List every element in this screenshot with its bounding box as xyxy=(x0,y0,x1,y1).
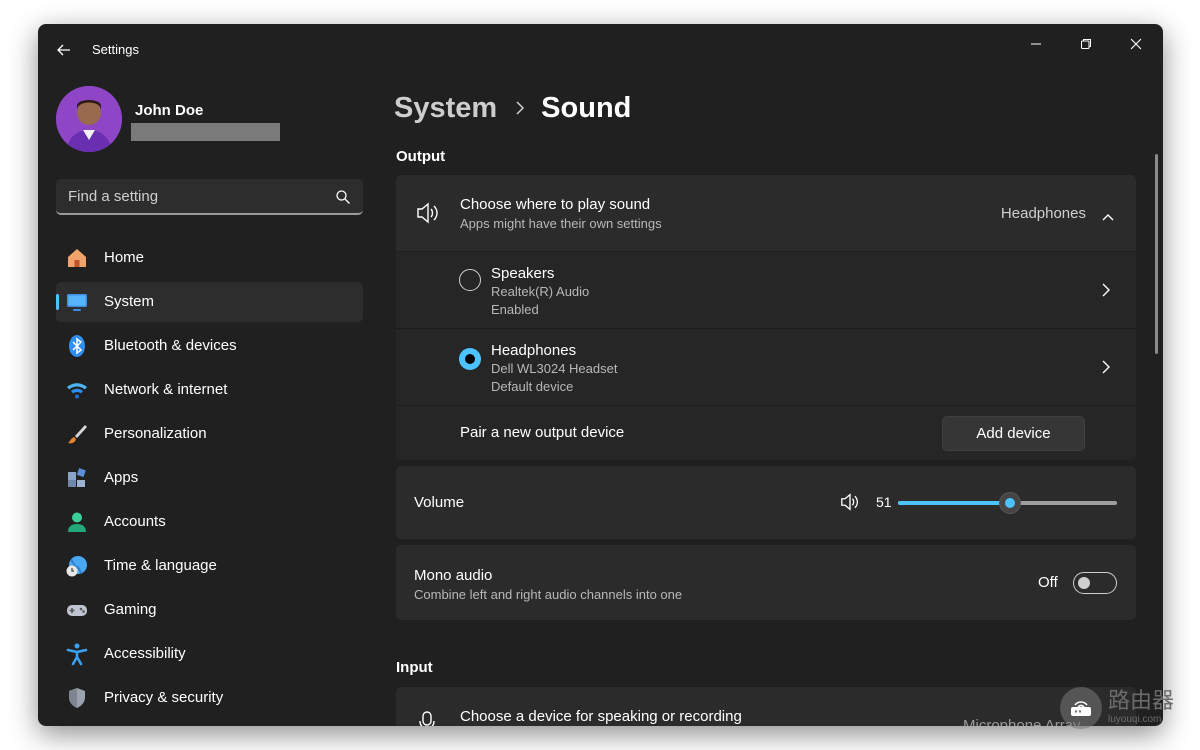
watermark-text: 路由器 xyxy=(1108,689,1175,714)
sidebar-item-label: Privacy & security xyxy=(104,689,224,706)
apps-icon xyxy=(65,466,89,490)
system-icon xyxy=(65,290,89,314)
chevron-up-icon[interactable] xyxy=(1102,208,1114,226)
mono-audio-state: Off xyxy=(1038,574,1058,591)
chevron-right-icon[interactable] xyxy=(1099,283,1113,297)
radio-headphones[interactable] xyxy=(459,348,481,370)
minimize-button[interactable] xyxy=(1016,30,1056,58)
mono-audio-toggle[interactable] xyxy=(1073,572,1117,594)
page-title: Sound xyxy=(541,91,632,124)
chevron-right-icon xyxy=(515,101,525,115)
microphone-icon xyxy=(418,711,436,726)
choose-output-subtitle: Apps might have their own settings xyxy=(460,216,662,231)
breadcrumb-parent[interactable]: System xyxy=(394,92,497,125)
sidebar-nav: Home System Bluetooth & devices Network … xyxy=(56,238,363,722)
search-input[interactable] xyxy=(56,179,326,213)
router-icon xyxy=(1060,687,1102,729)
gamepad-icon xyxy=(65,598,89,622)
back-arrow-icon xyxy=(57,44,70,56)
choose-output-title: Choose where to play sound xyxy=(460,196,651,213)
sidebar-item-personalization[interactable]: Personalization xyxy=(56,414,363,454)
volume-slider-thumb[interactable] xyxy=(998,492,1021,514)
add-device-button[interactable]: Add device xyxy=(942,416,1085,451)
user-name: John Doe xyxy=(135,102,204,119)
scrollbar[interactable] xyxy=(1155,154,1158,354)
choose-input-device-row[interactable]: Choose a device for speaking or recordin… xyxy=(396,687,1136,726)
sidebar-item-accessibility[interactable]: Accessibility xyxy=(56,634,363,674)
choose-input-title: Choose a device for speaking or recordin… xyxy=(460,708,742,725)
sidebar-item-privacy[interactable]: Privacy & security xyxy=(56,678,363,718)
output-device-headphones[interactable]: Headphones Dell WL3024 Headset Default d… xyxy=(396,329,1136,405)
device-status: Default device xyxy=(491,379,574,394)
shield-icon xyxy=(65,686,89,710)
device-detail: Dell WL3024 Headset xyxy=(491,361,618,376)
home-icon xyxy=(65,246,89,270)
accessibility-icon xyxy=(65,642,89,666)
volume-value: 51 xyxy=(876,494,892,510)
avatar[interactable] xyxy=(56,86,122,152)
title-bar: Settings xyxy=(38,24,1163,74)
restore-icon xyxy=(1081,39,1091,49)
sidebar-item-label: Accessibility xyxy=(104,645,186,662)
sidebar-item-label: Network & internet xyxy=(104,381,228,398)
volume-row: Volume 51 xyxy=(396,466,1136,539)
sidebar-item-label: Accounts xyxy=(104,513,166,530)
accounts-icon xyxy=(65,510,89,534)
wifi-icon xyxy=(65,378,89,402)
app-title: Settings xyxy=(92,42,139,57)
back-button[interactable] xyxy=(50,36,78,64)
chevron-right-icon[interactable] xyxy=(1099,360,1113,374)
volume-speaker-icon[interactable] xyxy=(840,493,860,516)
sidebar-item-label: Home xyxy=(104,249,145,266)
sidebar-item-network[interactable]: Network & internet xyxy=(56,370,363,410)
device-name: Headphones xyxy=(491,342,577,359)
sidebar-item-bluetooth[interactable]: Bluetooth & devices xyxy=(56,326,363,366)
breadcrumb: System Sound xyxy=(394,86,631,130)
device-detail: Realtek(R) Audio xyxy=(491,284,590,299)
output-device-value: Headphones xyxy=(1000,205,1086,222)
sidebar-item-time-language[interactable]: Time & language xyxy=(56,546,363,586)
output-device-speakers[interactable]: Speakers Realtek(R) Audio Enabled xyxy=(396,252,1136,328)
sidebar-item-label: Apps xyxy=(104,469,139,486)
close-icon xyxy=(1130,38,1142,50)
device-name: Speakers xyxy=(491,265,555,282)
search-icon[interactable] xyxy=(335,189,351,205)
close-button[interactable] xyxy=(1116,30,1156,58)
watermark-logo: 路由器 luyouqi.com xyxy=(1060,687,1190,729)
sidebar-item-apps[interactable]: Apps xyxy=(56,458,363,498)
radio-speakers[interactable] xyxy=(459,269,481,291)
sidebar-item-accounts[interactable]: Accounts xyxy=(56,502,363,542)
sidebar-item-label: Time & language xyxy=(104,557,217,574)
section-title-output: Output xyxy=(396,148,446,165)
mono-audio-subtitle: Combine left and right audio channels in… xyxy=(414,587,683,602)
sidebar-item-label: Personalization xyxy=(104,425,207,442)
device-status: Enabled xyxy=(491,302,539,317)
search-box[interactable] xyxy=(56,179,363,215)
sidebar-item-label: System xyxy=(104,293,155,310)
minimize-icon xyxy=(1031,43,1041,45)
volume-slider-fill xyxy=(898,501,1010,505)
mono-audio-row: Mono audio Combine left and right audio … xyxy=(396,545,1136,620)
sidebar-item-label: Bluetooth & devices xyxy=(104,337,237,354)
sidebar-item-system[interactable]: System xyxy=(56,282,363,322)
email-redacted xyxy=(131,123,280,141)
pair-output-device-row: Pair a new output device Add device xyxy=(396,406,1136,460)
brush-icon xyxy=(65,422,89,446)
section-title-input: Input xyxy=(396,659,433,676)
sidebar-item-gaming[interactable]: Gaming xyxy=(56,590,363,630)
sidebar-item-home[interactable]: Home xyxy=(56,238,363,278)
time-language-icon xyxy=(65,554,89,578)
volume-slider[interactable] xyxy=(898,492,1117,514)
pair-label: Pair a new output device xyxy=(460,424,625,441)
bluetooth-icon xyxy=(65,334,89,358)
mono-audio-title: Mono audio xyxy=(414,567,493,584)
volume-label: Volume xyxy=(414,494,465,511)
settings-window: Settings John Doe Home xyxy=(38,24,1163,726)
restore-button[interactable] xyxy=(1066,30,1106,58)
watermark-url: luyouqi.com xyxy=(1108,714,1162,725)
choose-output-device-row[interactable]: Choose where to play sound Apps might ha… xyxy=(396,175,1136,251)
sidebar-item-label: Gaming xyxy=(104,601,157,618)
speaker-icon xyxy=(416,202,440,229)
